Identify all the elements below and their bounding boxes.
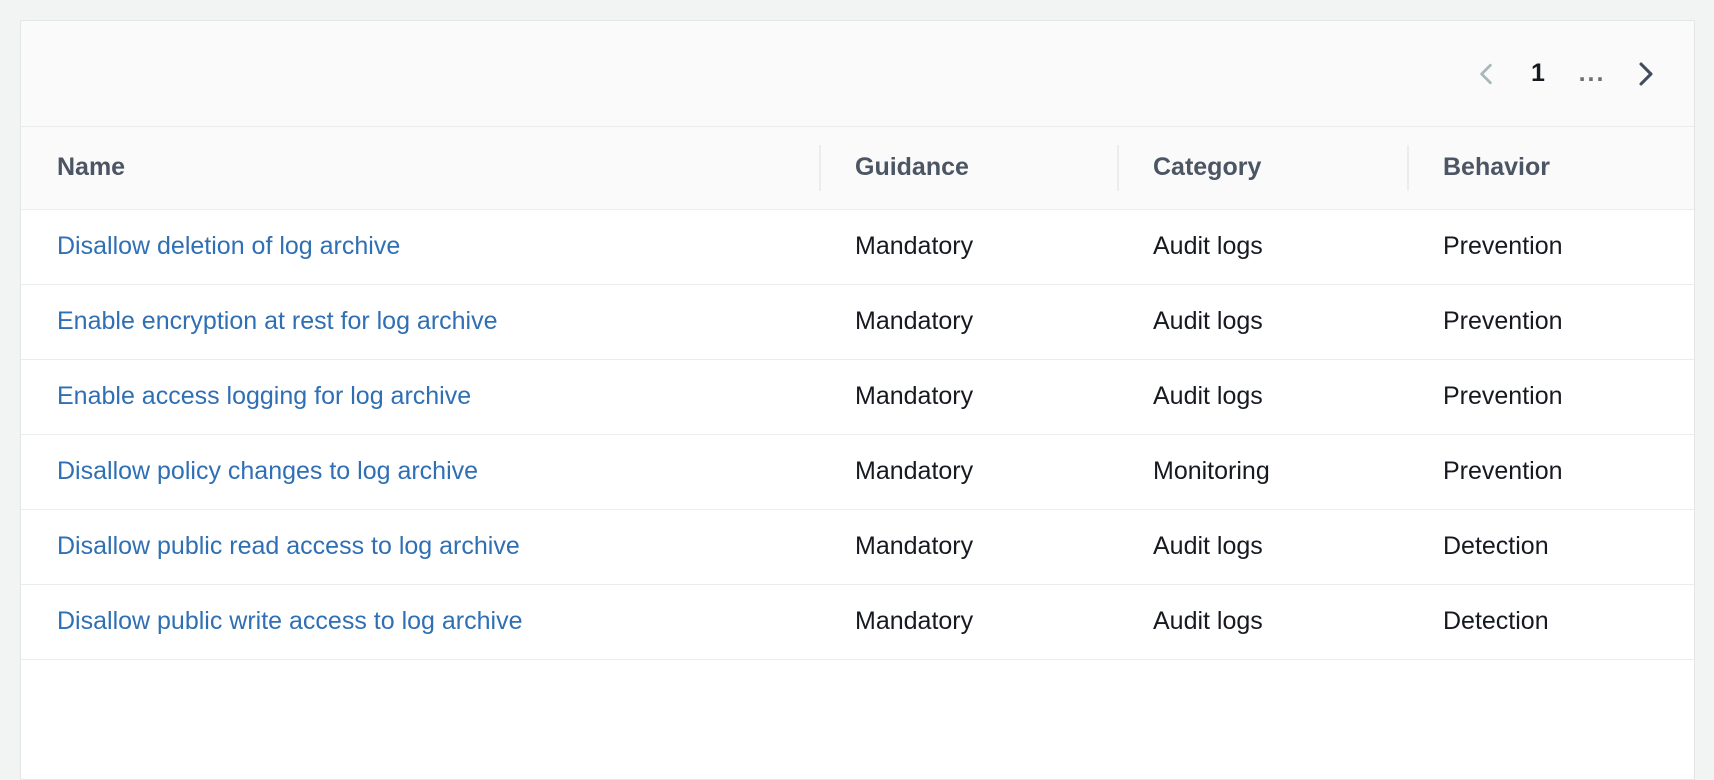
table-row: Enable encryption at rest for log archiv…	[21, 284, 1694, 360]
chevron-right-icon	[1629, 57, 1663, 91]
cell-category: Audit logs	[1117, 284, 1407, 360]
control-behavior-value: Detection	[1443, 532, 1549, 560]
control-behavior-value: Detection	[1443, 607, 1549, 635]
control-category-value: Audit logs	[1153, 232, 1263, 260]
control-category-value: Audit logs	[1153, 607, 1263, 635]
cell-name: Enable encryption at rest for log archiv…	[21, 284, 819, 360]
table-row: Disallow public write access to log arch…	[21, 584, 1694, 660]
cell-guidance: Mandatory	[819, 509, 1117, 585]
cell-name: Disallow public write access to log arch…	[21, 584, 819, 660]
control-behavior-value: Prevention	[1443, 232, 1563, 260]
control-guidance-value: Mandatory	[855, 457, 974, 485]
cell-category: Audit logs	[1117, 509, 1407, 585]
cell-behavior: Prevention	[1407, 284, 1694, 360]
table-row: Disallow policy changes to log archive M…	[21, 434, 1694, 510]
cell-guidance: Mandatory	[819, 434, 1117, 510]
column-header-name[interactable]: Name	[21, 127, 819, 210]
table-toolbar: 1 ...	[21, 21, 1694, 127]
control-name-link[interactable]: Disallow policy changes to log archive	[57, 457, 478, 485]
cell-behavior: Prevention	[1407, 209, 1694, 285]
control-behavior-value: Prevention	[1443, 307, 1563, 335]
column-header-behavior[interactable]: Behavior	[1407, 127, 1694, 210]
cell-category: Audit logs	[1117, 584, 1407, 660]
cell-name: Enable access logging for log archive	[21, 359, 819, 435]
cell-category: Monitoring	[1117, 434, 1407, 510]
control-name-link[interactable]: Disallow public read access to log archi…	[57, 532, 520, 560]
controls-table-container: 1 ... Name Guidance Category Behavior Di…	[20, 20, 1695, 780]
cell-category: Audit logs	[1117, 359, 1407, 435]
column-header-name-label: Name	[57, 153, 126, 181]
pagination: 1 ...	[1460, 48, 1672, 100]
table-header: Name Guidance Category Behavior	[21, 127, 1694, 210]
control-behavior-value: Prevention	[1443, 382, 1563, 410]
cell-name: Disallow policy changes to log archive	[21, 434, 819, 510]
cell-name: Disallow public read access to log archi…	[21, 509, 819, 585]
cell-guidance: Mandatory	[819, 359, 1117, 435]
column-header-category[interactable]: Category	[1117, 127, 1407, 210]
pagination-page-1[interactable]: 1	[1512, 48, 1564, 100]
control-guidance-value: Mandatory	[855, 232, 974, 260]
control-behavior-value: Prevention	[1443, 457, 1563, 485]
cell-name: Disallow deletion of log archive	[21, 209, 819, 285]
control-category-value: Audit logs	[1153, 532, 1263, 560]
pagination-previous-button[interactable]	[1460, 48, 1512, 100]
control-guidance-value: Mandatory	[855, 307, 974, 335]
cell-behavior: Prevention	[1407, 359, 1694, 435]
cell-behavior: Detection	[1407, 584, 1694, 660]
control-guidance-value: Mandatory	[855, 607, 974, 635]
column-header-category-label: Category	[1153, 153, 1262, 181]
pagination-ellipsis: ...	[1578, 58, 1606, 87]
table-body: Disallow deletion of log archive Mandato…	[21, 209, 1694, 660]
cell-behavior: Detection	[1407, 509, 1694, 585]
cell-guidance: Mandatory	[819, 209, 1117, 285]
control-category-value: Audit logs	[1153, 307, 1263, 335]
table-row: Enable access logging for log archive Ma…	[21, 359, 1694, 435]
cell-behavior: Prevention	[1407, 434, 1694, 510]
table-header-row: Name Guidance Category Behavior	[21, 127, 1694, 210]
table-row: Disallow public read access to log archi…	[21, 509, 1694, 585]
pagination-next-button[interactable]	[1620, 48, 1672, 100]
cell-guidance: Mandatory	[819, 584, 1117, 660]
control-name-link[interactable]: Enable encryption at rest for log archiv…	[57, 307, 498, 335]
control-name-link[interactable]: Enable access logging for log archive	[57, 382, 471, 410]
control-guidance-value: Mandatory	[855, 532, 974, 560]
cell-category: Audit logs	[1117, 209, 1407, 285]
column-header-behavior-label: Behavior	[1443, 153, 1550, 181]
table-row: Disallow deletion of log archive Mandato…	[21, 209, 1694, 285]
control-category-value: Audit logs	[1153, 382, 1263, 410]
cell-guidance: Mandatory	[819, 284, 1117, 360]
controls-table: Name Guidance Category Behavior Disallow…	[21, 127, 1694, 660]
control-guidance-value: Mandatory	[855, 382, 974, 410]
chevron-left-icon	[1471, 59, 1501, 89]
control-category-value: Monitoring	[1153, 457, 1270, 485]
control-name-link[interactable]: Disallow public write access to log arch…	[57, 607, 522, 635]
control-name-link[interactable]: Disallow deletion of log archive	[57, 232, 400, 260]
column-header-guidance[interactable]: Guidance	[819, 127, 1117, 210]
column-header-guidance-label: Guidance	[855, 153, 969, 181]
